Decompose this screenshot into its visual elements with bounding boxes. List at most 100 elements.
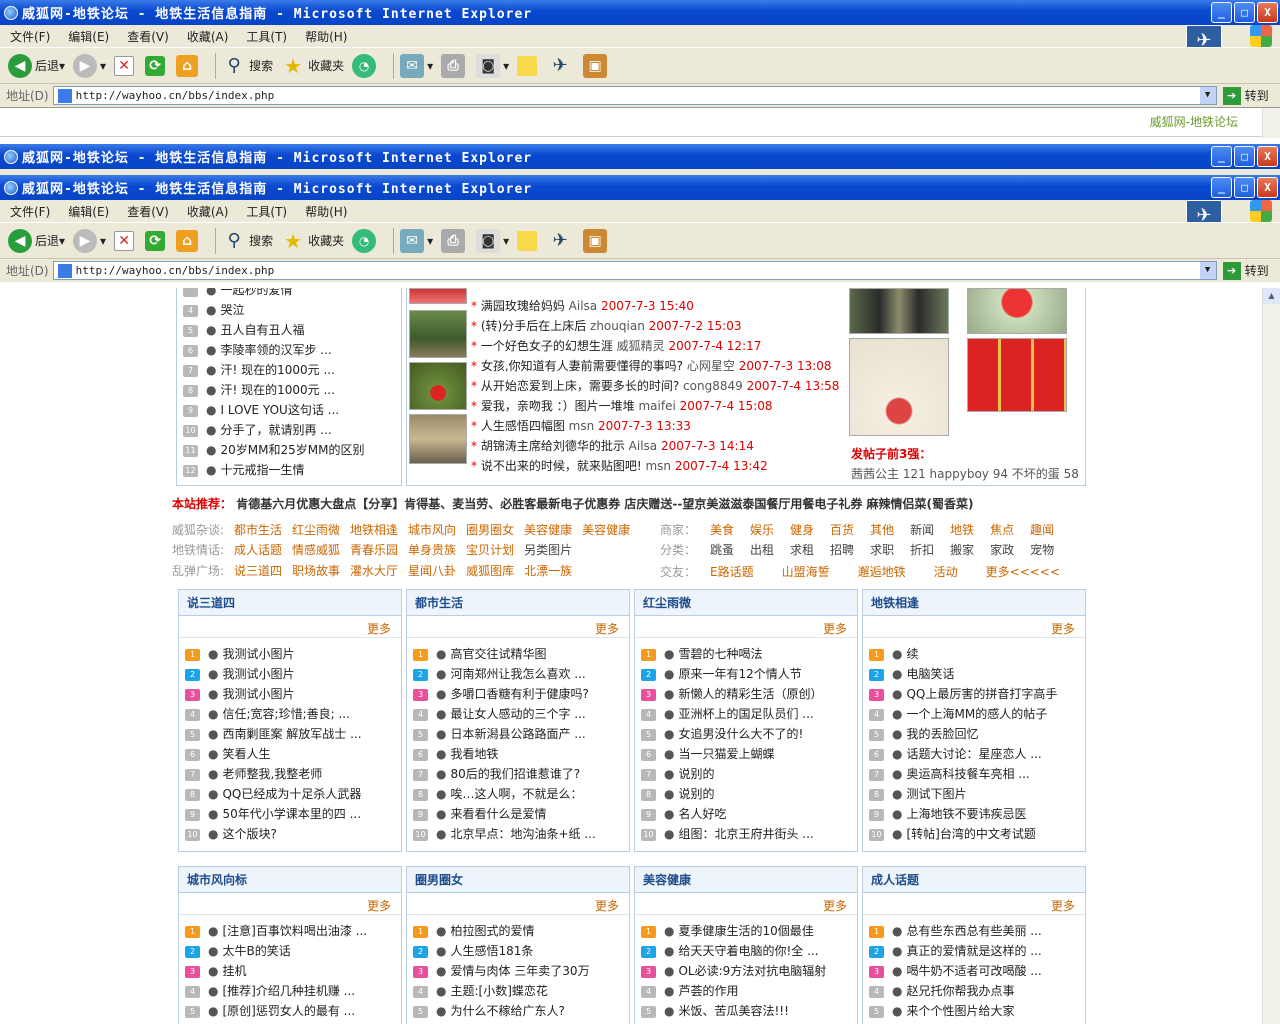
messenger-button[interactable]: ✈ xyxy=(548,54,575,78)
post-author[interactable]: maifei xyxy=(638,399,675,413)
post-link[interactable]: 雪碧的七种喝法 xyxy=(678,647,762,661)
post-link[interactable]: QQ已经成为十足杀人武器 xyxy=(222,787,361,801)
title-bar[interactable]: 威狐网-地铁论坛 - 地铁生活信息指南 - Microsoft Internet… xyxy=(0,0,1280,25)
post-author[interactable]: msn xyxy=(645,459,671,473)
menu-help[interactable]: 帮助(H) xyxy=(305,28,347,45)
category-link[interactable]: 活动 xyxy=(934,565,958,579)
recommend-text[interactable]: 肯德基六月优惠大盘点【分享】肯得基、麦当劳、必胜客最新电子优惠券 店庆赠送--望… xyxy=(236,497,973,511)
more-label[interactable]: 更多 xyxy=(1051,622,1075,636)
menu-view[interactable]: 查看(V) xyxy=(127,203,169,220)
category-link[interactable]: 邂逅地铁 xyxy=(858,565,906,579)
menu-edit[interactable]: 编辑(E) xyxy=(68,28,109,45)
post-link[interactable]: 来看看什么是爱情 xyxy=(450,807,546,821)
back-button[interactable]: ◀ 后退 ▾ xyxy=(8,53,65,78)
stub-link[interactable]: 威狐网-地铁论坛 xyxy=(1150,113,1238,130)
address-input[interactable]: http://wayhoo.cn/bbs/index.php ▼ xyxy=(52,261,1217,280)
category-link[interactable]: 美容健康 xyxy=(582,523,630,537)
close-button[interactable]: X xyxy=(1257,177,1278,198)
post-link[interactable]: 笑看人生 xyxy=(222,747,270,761)
post-link[interactable]: 汗! 现在的1000元 ... xyxy=(220,383,334,397)
more-label[interactable]: 更多 xyxy=(367,899,391,913)
post-link[interactable]: I LOVE YOU这句话 ... xyxy=(220,403,339,417)
more-label[interactable]: 更多 xyxy=(595,899,619,913)
more-link[interactable]: 更多 xyxy=(863,893,1085,915)
category-link[interactable]: E路话题 xyxy=(710,565,754,579)
feature-photo-1[interactable] xyxy=(849,288,949,334)
board-title[interactable]: 圈男圈女 xyxy=(407,867,629,893)
post-link[interactable]: 高官交往试精华图 xyxy=(450,647,546,661)
post-link[interactable]: 人生感悟181条 xyxy=(450,944,533,958)
category-link[interactable]: 北漂一族 xyxy=(524,564,572,578)
category-link[interactable]: 说三道四 xyxy=(234,564,282,578)
menu-favorites[interactable]: 收藏(A) xyxy=(187,28,229,45)
menu-file[interactable]: 文件(F) xyxy=(10,203,50,220)
stub-scrollbar[interactable] xyxy=(1262,108,1280,138)
post-link[interactable]: 名人好吃 xyxy=(678,807,726,821)
post-link[interactable]: 从开始恋爱到上床，需要多长的时间? xyxy=(481,379,679,393)
more-link[interactable]: 更多 xyxy=(179,616,401,638)
category-link[interactable]: 出租 xyxy=(750,543,774,557)
post-link[interactable]: 这个版块? xyxy=(222,827,276,841)
category-link[interactable]: 折扣 xyxy=(910,543,934,557)
category-link[interactable]: 焦点 xyxy=(990,523,1014,537)
category-link[interactable]: 求租 xyxy=(790,543,814,557)
post-link[interactable]: 芦荟的作用 xyxy=(678,984,738,998)
post-link[interactable]: 原来一年有12个情人节 xyxy=(678,667,801,681)
title-bar[interactable]: 威狐网-地铁论坛 - 地铁生活信息指南 - Microsoft Internet… xyxy=(0,175,1280,200)
post-link[interactable]: 挂机 xyxy=(222,964,246,978)
feature-photo-4[interactable] xyxy=(967,338,1067,412)
category-link[interactable]: 城市风向 xyxy=(408,523,456,537)
post-link[interactable]: [推荐]介绍几种挂机赚 ... xyxy=(222,984,355,998)
minimize-button[interactable]: _ xyxy=(1211,146,1232,167)
stop-button[interactable]: ✕ xyxy=(114,230,137,251)
category-link[interactable]: 灌水大厅 xyxy=(350,564,398,578)
category-link[interactable]: 宠物 xyxy=(1030,543,1054,557)
discuss-button[interactable] xyxy=(517,55,540,76)
back-button[interactable]: ◀ 后退 ▾ xyxy=(8,228,65,253)
post-link[interactable]: 爱我，亲吻我 ：）图片一堆堆 xyxy=(481,399,635,413)
edit-button[interactable]: ◙ ▾ xyxy=(476,53,509,78)
post-author[interactable]: cong8849 xyxy=(683,379,743,393)
more-label[interactable]: 更多 xyxy=(367,622,391,636)
category-link[interactable]: 地铁相逢 xyxy=(350,523,398,537)
board-title[interactable]: 地铁相逢 xyxy=(863,590,1085,616)
history-button[interactable]: ◔ xyxy=(352,228,379,253)
post-author[interactable]: Ailsa xyxy=(629,439,657,453)
category-link[interactable]: 美食 xyxy=(710,523,734,537)
post-author[interactable]: msn xyxy=(569,419,595,433)
menu-view[interactable]: 查看(V) xyxy=(127,28,169,45)
more-label[interactable]: 更多 xyxy=(1051,899,1075,913)
post-link[interactable]: 话题大讨论：星座恋人 ... xyxy=(906,747,1041,761)
category-link[interactable]: 求职 xyxy=(870,543,894,557)
category-link[interactable]: 搬家 xyxy=(950,543,974,557)
category-link[interactable]: 单身贵族 xyxy=(408,543,456,557)
more-link[interactable]: 更多 xyxy=(863,616,1085,638)
post-link[interactable]: 上海地铁不要讳疾忌医 xyxy=(906,807,1026,821)
category-link[interactable]: 家政 xyxy=(990,543,1014,557)
stop-button[interactable]: ✕ xyxy=(114,55,137,76)
category-link[interactable]: 山盟海誓 xyxy=(782,565,830,579)
post-author[interactable]: 心网星空 xyxy=(687,359,735,373)
menu-favorites[interactable]: 收藏(A) xyxy=(187,203,229,220)
board-title[interactable]: 红尘雨微 xyxy=(635,590,857,616)
post-link[interactable]: 说别的 xyxy=(678,767,714,781)
menu-help[interactable]: 帮助(H) xyxy=(305,203,347,220)
post-link[interactable]: 一个好色女子的幻想生涯 xyxy=(481,339,613,353)
mail-button[interactable]: ✉ ▾ xyxy=(400,228,433,253)
post-link[interactable]: 给天天守着电脑的你!全 ... xyxy=(678,944,818,958)
board-title[interactable]: 说三道四 xyxy=(179,590,401,616)
mail-button[interactable]: ✉ ▾ xyxy=(400,53,433,78)
category-link[interactable]: 青春乐园 xyxy=(350,543,398,557)
more-label[interactable]: 更多 xyxy=(595,622,619,636)
post-link[interactable]: 赵兄托你帮我办点事 xyxy=(906,984,1014,998)
post-link[interactable]: 为什么不稼给广东人? xyxy=(450,1004,564,1018)
post-link[interactable]: 主题:[小数]蝶恋花 xyxy=(450,984,547,998)
category-link[interactable]: 成人话题 xyxy=(234,543,282,557)
post-link[interactable]: 人生感悟四幅图 xyxy=(481,419,565,433)
post-link[interactable]: 胡锦涛主席给刘德华的批示 xyxy=(481,439,625,453)
post-link[interactable]: 夏季健康生活的10個最佳 xyxy=(678,924,813,938)
menu-tools[interactable]: 工具(T) xyxy=(246,28,287,45)
post-link[interactable]: 汗! 现在的1000元 ... xyxy=(220,363,334,377)
post-link[interactable]: 西南剿匪案 解放军战士 ... xyxy=(222,727,361,741)
maximize-button[interactable]: □ xyxy=(1234,146,1255,167)
